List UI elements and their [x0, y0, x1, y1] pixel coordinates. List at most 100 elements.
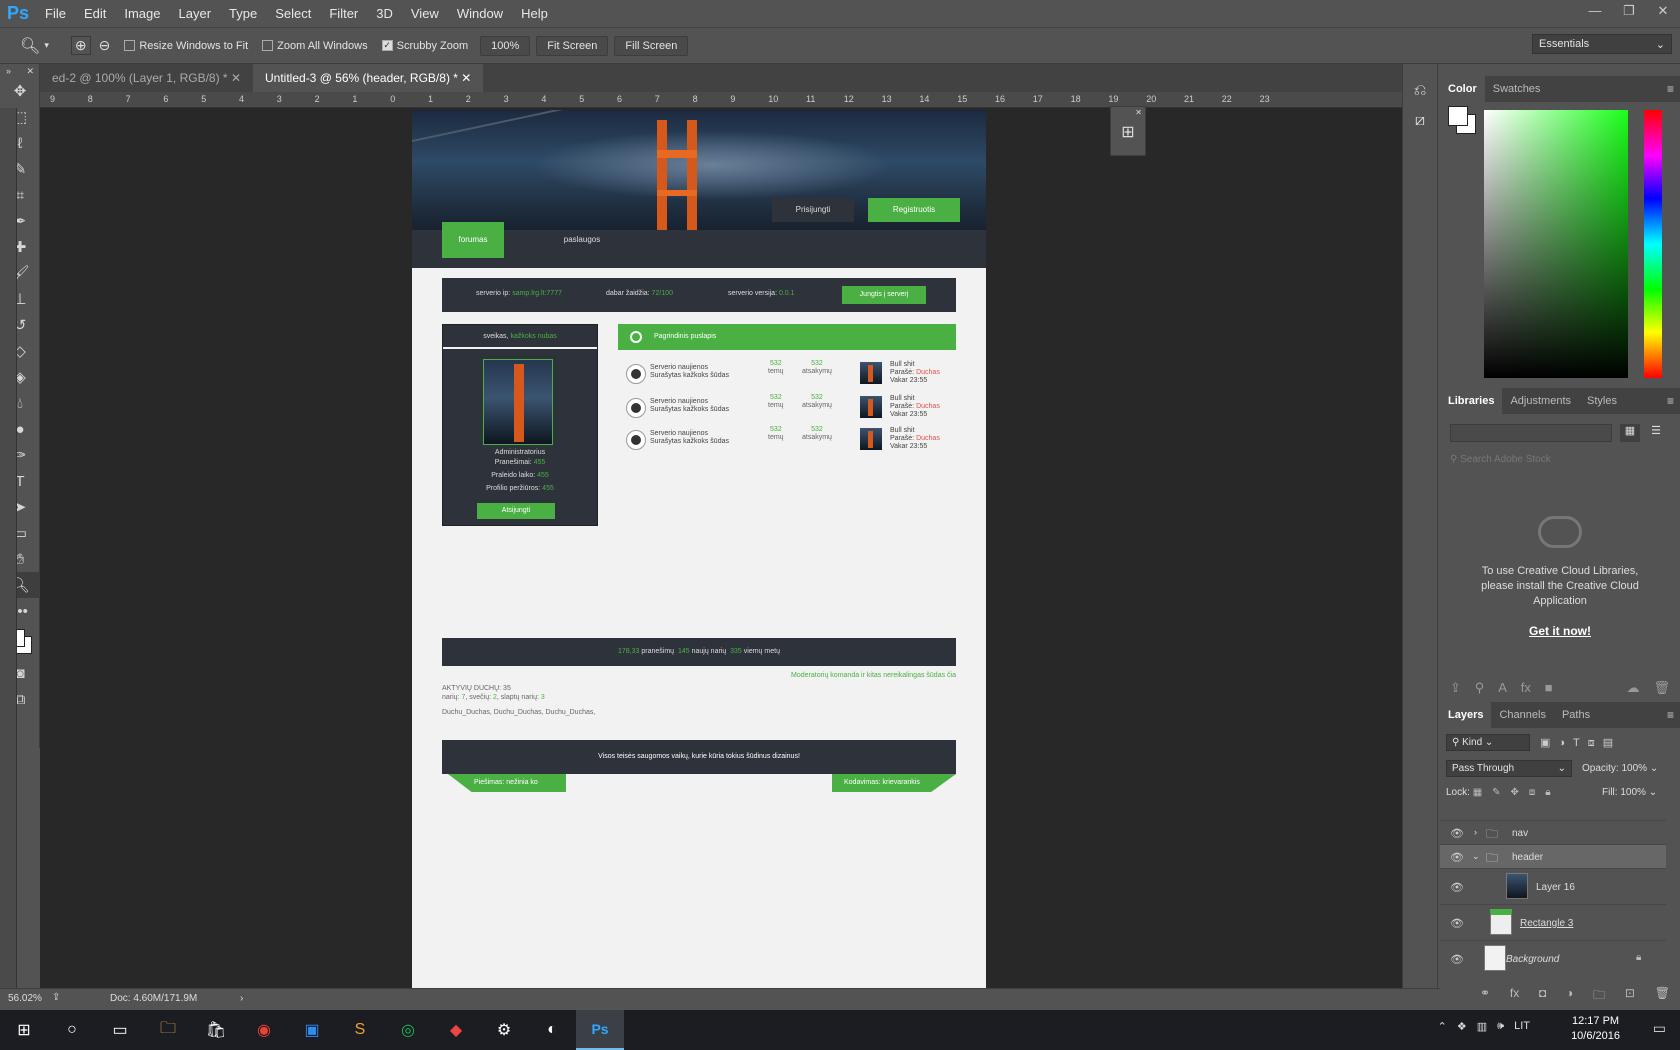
- get-it-now-link[interactable]: Get it now!: [1470, 624, 1650, 638]
- zoom-all-checkbox[interactable]: Zoom All Windows: [262, 40, 368, 52]
- upload-icon[interactable]: ⇪: [1450, 680, 1461, 696]
- eye-icon[interactable]: 👁︎: [1450, 953, 1464, 966]
- zoom-value-field[interactable]: 100%: [480, 35, 531, 56]
- menu-3d[interactable]: 3D: [367, 0, 402, 27]
- chrome-icon[interactable]: ◉: [240, 1010, 288, 1050]
- resize-windows-checkbox[interactable]: Resize Windows to Fit: [124, 40, 248, 52]
- tab-color[interactable]: Color: [1440, 76, 1485, 102]
- cloud-icon[interactable]: ☁: [1627, 680, 1640, 696]
- chevron-down-icon[interactable]: ▾: [44, 40, 49, 51]
- menu-image[interactable]: Image: [115, 0, 169, 27]
- eye-icon[interactable]: 👁︎: [1450, 851, 1464, 864]
- trash-icon[interactable]: 🗑︎: [1655, 986, 1670, 1007]
- list-view-icon[interactable]: ☰: [1646, 424, 1666, 442]
- dropbox-icon[interactable]: ❖: [1457, 1020, 1467, 1033]
- color-field[interactable]: [1484, 110, 1628, 378]
- tab-adjustments[interactable]: Adjustments: [1502, 388, 1579, 414]
- tab-paths[interactable]: Paths: [1554, 702, 1598, 728]
- tab-doc-2[interactable]: Untitled-3 @ 56% (header, RGB/8) * ✕: [253, 64, 484, 92]
- app2-icon[interactable]: ◐: [528, 1010, 576, 1050]
- menu-help[interactable]: Help: [512, 0, 557, 27]
- minimize-icon[interactable]: —: [1578, 0, 1612, 27]
- close-icon[interactable]: ✕: [1646, 0, 1680, 27]
- fill-screen-button[interactable]: Fill Screen: [614, 35, 689, 56]
- windows-start-icon[interactable]: ⊞: [0, 1010, 48, 1050]
- library-select[interactable]: [1450, 424, 1612, 442]
- zoom-in-icon[interactable]: ⊕: [70, 36, 91, 55]
- tab-styles[interactable]: Styles: [1579, 388, 1625, 414]
- tab-doc-1[interactable]: ed-2 @ 100% (Layer 1, RGB/8) * ✕: [40, 64, 253, 92]
- eye-icon[interactable]: 👁︎: [1450, 827, 1464, 840]
- photoshop-taskbar-icon[interactable]: Ps: [576, 1010, 624, 1050]
- share-icon[interactable]: ⇪: [52, 992, 60, 1003]
- hue-slider[interactable]: [1644, 110, 1662, 378]
- zoom-tool-icon[interactable]: 🔍︎: [20, 36, 40, 56]
- document-canvas[interactable]: Prisijungti Registruotis forumas paslaug…: [412, 110, 986, 990]
- grid-view-icon[interactable]: ▦: [1620, 424, 1640, 442]
- menu-view[interactable]: View: [402, 0, 448, 27]
- move-tool-icon[interactable]: ✥: [0, 78, 40, 104]
- network-icon[interactable]: ▥: [1477, 1020, 1487, 1033]
- opacity-value[interactable]: 100%: [1621, 763, 1647, 774]
- close-icon[interactable]: ✕: [461, 71, 471, 85]
- tab-layers[interactable]: Layers: [1440, 702, 1492, 728]
- layer-row-layer16[interactable]: 👁︎ Layer 16: [1440, 868, 1666, 904]
- file-explorer-icon[interactable]: 🗀: [144, 1010, 192, 1050]
- new-layer-icon[interactable]: ⊡: [1625, 986, 1635, 1007]
- steam-icon[interactable]: ⚙︎: [480, 1010, 528, 1050]
- store-icon[interactable]: 🛍︎: [192, 1010, 240, 1050]
- zoom-out-icon[interactable]: ⊖: [99, 37, 111, 54]
- volume-icon[interactable]: 🕪︎: [1497, 1020, 1504, 1033]
- chevron-up-icon[interactable]: ⌃: [1438, 1020, 1447, 1033]
- scrubby-zoom-checkbox[interactable]: ✓ Scrubby Zoom: [381, 40, 468, 52]
- floating-mini-panel[interactable]: ✕ ⊞: [1110, 106, 1146, 156]
- app-icon[interactable]: ▣: [288, 1010, 336, 1050]
- layer-filter-icons[interactable]: ▣◑T⧈▤: [1540, 736, 1621, 750]
- layer-row-rectangle3[interactable]: 👁︎ Rectangle 3: [1440, 904, 1666, 940]
- menu-edit[interactable]: Edit: [75, 0, 115, 27]
- layer-row-background[interactable]: 👁︎ Background 🔒︎: [1440, 940, 1666, 976]
- spotify-icon[interactable]: ◎: [384, 1010, 432, 1050]
- properties-icon[interactable]: ⊞: [1111, 122, 1145, 142]
- panel-collapse-icon[interactable]: » ✕: [0, 64, 40, 78]
- lock-icons[interactable]: ▦✎✥⧈🔒︎: [1473, 787, 1561, 798]
- tab-swatches[interactable]: Swatches: [1485, 76, 1549, 102]
- eye-icon[interactable]: 👁︎: [1450, 881, 1464, 894]
- chevron-right-icon[interactable]: ›: [1474, 827, 1477, 837]
- menu-icon[interactable]: ≡: [1667, 702, 1674, 728]
- brush-presets-icon[interactable]: ⧄: [1403, 112, 1437, 130]
- clock[interactable]: 12:17 PM 10/6/2016: [1571, 1014, 1620, 1044]
- folder-icon[interactable]: 🗀: [1593, 986, 1605, 1007]
- text-icon[interactable]: A: [1498, 680, 1507, 696]
- vertical-ruler[interactable]: [0, 108, 17, 988]
- menu-type[interactable]: Type: [220, 0, 266, 27]
- eye-icon[interactable]: 👁︎: [1450, 917, 1464, 930]
- language-indicator[interactable]: LIT: [1514, 1020, 1530, 1033]
- layer-row-nav[interactable]: 👁︎ › 🗀 nav: [1440, 820, 1666, 844]
- tab-channels[interactable]: Channels: [1491, 702, 1553, 728]
- fx-icon[interactable]: fx: [1521, 680, 1531, 696]
- library-search[interactable]: ⚲ Search Adobe Stock: [1450, 454, 1670, 472]
- blend-mode-select[interactable]: Pass Through ⌄: [1446, 760, 1572, 777]
- layer-row-header[interactable]: 👁︎ ⌄ 🗀 header: [1440, 844, 1666, 868]
- close-icon[interactable]: ✕: [231, 71, 241, 85]
- trash-icon[interactable]: 🗑︎: [1653, 680, 1670, 696]
- workspace-select[interactable]: Essentials ⌄: [1532, 34, 1672, 54]
- menu-file[interactable]: File: [36, 0, 75, 27]
- chevron-down-icon[interactable]: ⌄: [1472, 851, 1480, 862]
- tab-libraries[interactable]: Libraries: [1440, 388, 1503, 414]
- fg-bg-swatches[interactable]: [1448, 106, 1478, 136]
- horizontal-ruler[interactable]: 9 8 7 6 5 4 3 2 1 0 1 2 3 4 5 6 7 8 9 10 11 12 13 14 15 16 17 18 19 2…: [40, 92, 1402, 108]
- menu-select[interactable]: Select: [266, 0, 320, 27]
- fx-icon[interactable]: fx: [1510, 986, 1519, 1007]
- fill-value[interactable]: 100%: [1620, 787, 1646, 798]
- mask-icon[interactable]: ◘: [1539, 986, 1546, 1007]
- adjustment-icon[interactable]: ◑: [1566, 986, 1573, 1007]
- swatch-icon[interactable]: ■: [1545, 680, 1553, 696]
- sublime-icon[interactable]: S: [336, 1010, 384, 1050]
- menu-window[interactable]: Window: [448, 0, 512, 27]
- task-view-icon[interactable]: ▭: [96, 1010, 144, 1050]
- git-icon[interactable]: ◆: [432, 1010, 480, 1050]
- notifications-icon[interactable]: ▭: [1653, 1020, 1666, 1037]
- menu-icon[interactable]: ≡: [1667, 76, 1674, 102]
